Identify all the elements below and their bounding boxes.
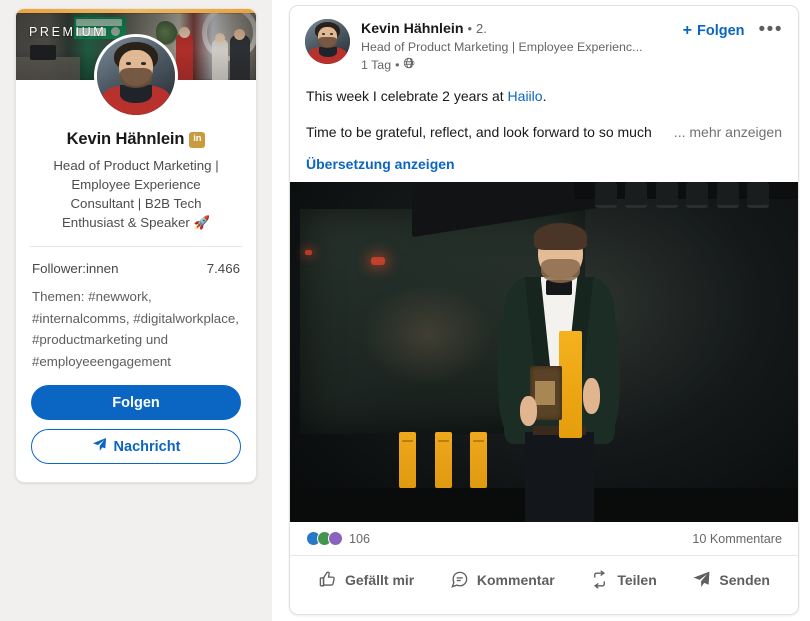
globe-icon xyxy=(403,57,416,74)
post-meta-separator: • xyxy=(395,58,400,72)
sidebar-buttons: Folgen Nachricht xyxy=(16,385,256,482)
post-text-suffix: . xyxy=(542,88,547,104)
followers-label: Follower:innen xyxy=(32,261,119,276)
repost-icon xyxy=(590,570,609,589)
reaction-icons-group xyxy=(306,531,343,546)
post-header: Kevin Hähnlein • 2. Head of Product Mark… xyxy=(290,6,798,74)
post-reactions-bar: 106 10 Kommentare xyxy=(290,522,798,556)
post-text-line-2: Time to be grateful, reflect, and look f… xyxy=(306,124,652,140)
post-text-line-1: This week I celebrate 2 years at Haiilo. xyxy=(306,86,782,106)
reactions-summary[interactable]: 106 xyxy=(306,531,370,546)
post-follow-label: Folgen xyxy=(697,23,745,39)
post-text-body: This week I celebrate 2 years at Haiilo.… xyxy=(290,74,798,182)
send-icon xyxy=(92,437,107,456)
profile-card: PREMIUM Kevin Hähnlein in Head of Produc… xyxy=(15,8,257,483)
post-action-bar: Gefällt mir Kommentar Teilen Senden xyxy=(290,556,798,604)
comment-button[interactable]: Kommentar xyxy=(444,565,561,594)
profile-headline: Head of Product Marketing | Employee Exp… xyxy=(53,158,219,230)
send-button[interactable]: Senden xyxy=(686,565,776,594)
avatar-photo xyxy=(97,37,175,115)
post-meta: 1 Tag • xyxy=(361,57,683,74)
post-timestamp: 1 Tag xyxy=(361,58,392,72)
linkedin-premium-badge-icon: in xyxy=(189,131,206,148)
show-translation-link[interactable]: Übersetzung anzeigen xyxy=(306,156,455,172)
company-mention-link[interactable]: Haiilo xyxy=(508,88,543,104)
post-media-image[interactable]: Kevin Hähnlein on stage in a dark green … xyxy=(290,182,798,522)
linkedin-profile-and-post-view: PREMIUM Kevin Hähnlein in Head of Produc… xyxy=(0,0,810,621)
comments-count[interactable]: 10 Kommentare xyxy=(692,532,782,546)
award-winner-figure xyxy=(493,222,625,522)
post-more-options-icon[interactable]: ••• xyxy=(759,20,783,39)
left-sidebar-column: PREMIUM Kevin Hähnlein in Head of Produc… xyxy=(0,0,272,621)
thumbs-up-icon xyxy=(318,570,337,589)
post-author-avatar[interactable] xyxy=(305,19,350,64)
post-follow-button[interactable]: + Folgen xyxy=(682,22,745,40)
profile-name-row: Kevin Hähnlein in xyxy=(32,130,240,149)
sidebar-follow-label: Folgen xyxy=(112,394,160,411)
followers-row: Follower:innen 7.466 xyxy=(16,247,256,286)
sidebar-message-label: Nachricht xyxy=(113,438,181,455)
post-degree: 2. xyxy=(475,21,487,36)
reactions-count: 106 xyxy=(349,531,371,546)
plus-icon: + xyxy=(682,22,692,39)
comment-bubble-icon xyxy=(450,570,469,589)
comment-button-label: Kommentar xyxy=(476,571,555,588)
post-author-info: Kevin Hähnlein • 2. Head of Product Mark… xyxy=(361,19,683,74)
post-header-actions: + Folgen ••• xyxy=(683,19,783,74)
like-button-label: Gefällt mir xyxy=(345,571,415,588)
followers-count: 7.466 xyxy=(206,261,240,276)
support-icon xyxy=(328,531,343,546)
premium-label: PREMIUM xyxy=(29,25,107,39)
feed-post-card: Kevin Hähnlein • 2. Head of Product Mark… xyxy=(289,5,799,615)
profile-avatar[interactable] xyxy=(94,34,178,118)
post-author-headline: Head of Product Marketing | Employee Exp… xyxy=(361,40,643,54)
like-button[interactable]: Gefällt mir xyxy=(312,565,420,594)
profile-topics: Themen: #newwork, #internalcomms, #digit… xyxy=(32,289,239,369)
sidebar-message-button[interactable]: Nachricht xyxy=(31,429,241,464)
see-more-button[interactable]: ... mehr anzeigen xyxy=(674,122,782,142)
profile-name[interactable]: Kevin Hähnlein xyxy=(67,130,185,149)
post-author-name[interactable]: Kevin Hähnlein xyxy=(361,21,464,37)
post-degree-separator: • xyxy=(467,21,473,36)
send-icon xyxy=(692,570,711,589)
post-text-line-2-row: Time to be grateful, reflect, and look f… xyxy=(306,122,782,142)
sidebar-follow-button[interactable]: Folgen xyxy=(31,385,241,420)
share-button[interactable]: Teilen xyxy=(584,565,662,594)
post-text-prefix: This week I celebrate 2 years at xyxy=(306,88,508,104)
share-button-label: Teilen xyxy=(617,571,657,588)
post-author-line: Kevin Hähnlein • 2. xyxy=(361,20,683,38)
send-button-label: Senden xyxy=(719,571,770,588)
